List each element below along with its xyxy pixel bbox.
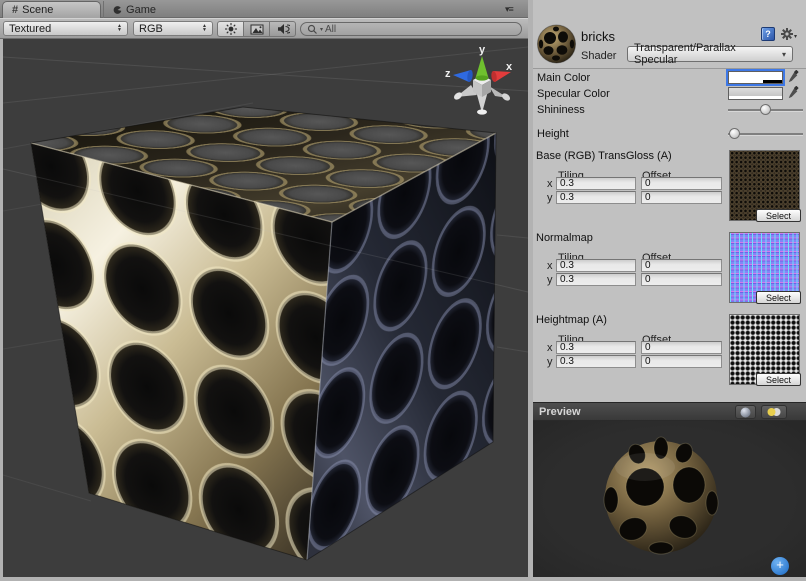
color-channel-dropdown[interactable]: RGB ▲▼	[133, 21, 213, 36]
offset-x-field[interactable]: 0	[641, 177, 722, 190]
speaker-icon	[276, 23, 290, 35]
gizmo-y-axis[interactable]	[476, 56, 489, 81]
audio-toggle-button[interactable]	[269, 21, 296, 37]
tiling-x-field[interactable]: 0.3	[556, 341, 636, 354]
window-bottom-border	[0, 577, 806, 581]
material-name: bricks	[581, 29, 615, 44]
color-channel-value: RGB	[139, 23, 163, 35]
select-button[interactable]: Select	[756, 209, 801, 222]
scene-3d-render: y z x	[3, 39, 528, 577]
main-color-label: Main Color	[537, 72, 590, 84]
double-arrow-icon: ▲▼	[202, 25, 207, 32]
scene-viewport[interactable]: y z x	[3, 39, 528, 577]
sphere-icon	[740, 407, 751, 418]
shininess-slider[interactable]	[728, 104, 803, 116]
double-arrow-icon: ▲▼	[117, 25, 122, 32]
game-overlay-toggle-button[interactable]	[243, 21, 270, 37]
height-label: Height	[537, 128, 569, 140]
settings-button[interactable]: ▾	[780, 27, 797, 41]
x-row-label: x	[547, 260, 553, 272]
preview-light-button[interactable]	[761, 405, 787, 419]
material-preview-ball	[536, 23, 577, 64]
plus-icon: +	[776, 557, 784, 572]
slider-knob[interactable]	[729, 128, 740, 139]
grid-icon: #	[12, 4, 18, 16]
image-icon	[250, 24, 264, 35]
y-row-label: y	[547, 192, 553, 204]
shader-value: Transparent/Parallax Specular	[634, 42, 782, 66]
scene-panel-menu-icon[interactable]: ▾≡	[505, 4, 513, 15]
gizmo-y-label: y	[479, 44, 486, 56]
select-button[interactable]: Select	[756, 373, 801, 386]
specular-color-label: Specular Color	[537, 88, 610, 100]
sun-icon	[224, 22, 238, 36]
help-button[interactable]: ?	[761, 27, 775, 41]
gizmo-z-axis[interactable]	[453, 70, 473, 83]
search-text: All	[325, 24, 336, 35]
game-icon	[113, 5, 122, 15]
gear-icon	[780, 27, 794, 41]
shininess-label: Shininess	[537, 104, 585, 116]
search-icon	[307, 24, 318, 35]
shader-dropdown[interactable]: Transparent/Parallax Specular ▾	[627, 46, 793, 62]
tiling-y-field[interactable]: 0.3	[556, 273, 636, 286]
tab-game-label: Game	[126, 4, 156, 16]
slider-knob[interactable]	[760, 104, 771, 115]
unity-editor-window: # Scene Game ▾≡ Textured ▲▼ RGB ▲▼	[0, 0, 806, 581]
cube-object[interactable]	[3, 107, 528, 560]
lighting-toggle-button[interactable]	[217, 21, 244, 37]
shader-label: Shader	[581, 50, 616, 62]
tab-scene[interactable]: # Scene	[2, 1, 101, 18]
offset-x-field[interactable]: 0	[641, 341, 722, 354]
lights-icon	[766, 407, 782, 417]
gizmo-x-label: x	[506, 61, 513, 73]
select-button[interactable]: Select	[756, 291, 801, 304]
add-button[interactable]: +	[771, 557, 789, 575]
tab-scene-label: Scene	[22, 4, 53, 16]
alpha-bar	[729, 80, 782, 83]
search-filter-arrow-icon[interactable]: ▾	[320, 26, 323, 33]
eyedropper-icon[interactable]	[787, 70, 799, 84]
tiling-x-field[interactable]: 0.3	[556, 259, 636, 272]
x-row-label: x	[547, 342, 553, 354]
tiling-x-field[interactable]: 0.3	[556, 177, 636, 190]
map-title: Base (RGB) TransGloss (A)	[536, 150, 672, 162]
offset-y-field[interactable]: 0	[641, 191, 722, 204]
map-section-normal: Normalmap Tiling Offset x y 0.3 0 0.3 0 …	[533, 230, 806, 312]
scene-tabstrip: # Scene Game ▾≡	[0, 0, 528, 18]
scene-search-field[interactable]: ▾ All	[300, 22, 522, 36]
chevron-down-icon: ▾	[794, 33, 797, 40]
map-section-base: Base (RGB) TransGloss (A) Tiling Offset …	[533, 148, 806, 230]
tab-game[interactable]: Game	[103, 1, 165, 18]
preview-area[interactable]: +	[533, 421, 806, 577]
gizmo-z-label: z	[445, 68, 451, 80]
tiling-y-field[interactable]: 0.3	[556, 191, 636, 204]
preview-header[interactable]: Preview	[533, 402, 806, 421]
offset-y-field[interactable]: 0	[641, 273, 722, 286]
divider	[533, 68, 806, 69]
inspector-panel: bricks Shader Transparent/Parallax Specu…	[533, 0, 806, 577]
render-mode-dropdown[interactable]: Textured ▲▼	[3, 21, 128, 36]
chevron-down-icon: ▾	[782, 50, 786, 59]
x-row-label: x	[547, 178, 553, 190]
help-icon: ?	[765, 29, 771, 39]
eyedropper-icon[interactable]	[787, 86, 799, 100]
map-section-height: Heightmap (A) Tiling Offset x y 0.3 0 0.…	[533, 312, 806, 394]
scene-toolbar: Textured ▲▼ RGB ▲▼	[0, 18, 528, 39]
preview-title: Preview	[539, 406, 581, 418]
alpha-bar	[729, 96, 782, 99]
map-title: Heightmap (A)	[536, 314, 607, 326]
map-title: Normalmap	[536, 232, 593, 244]
offset-y-field[interactable]: 0	[641, 355, 722, 368]
y-row-label: y	[547, 274, 553, 286]
specular-color-swatch[interactable]	[728, 87, 783, 100]
tiling-y-field[interactable]: 0.3	[556, 355, 636, 368]
preview-shape-button[interactable]	[735, 405, 756, 419]
main-color-swatch[interactable]	[728, 71, 783, 84]
height-slider[interactable]	[728, 128, 803, 140]
preview-sphere-render	[533, 421, 806, 577]
offset-x-field[interactable]: 0	[641, 259, 722, 272]
y-row-label: y	[547, 356, 553, 368]
render-mode-value: Textured	[9, 23, 51, 35]
